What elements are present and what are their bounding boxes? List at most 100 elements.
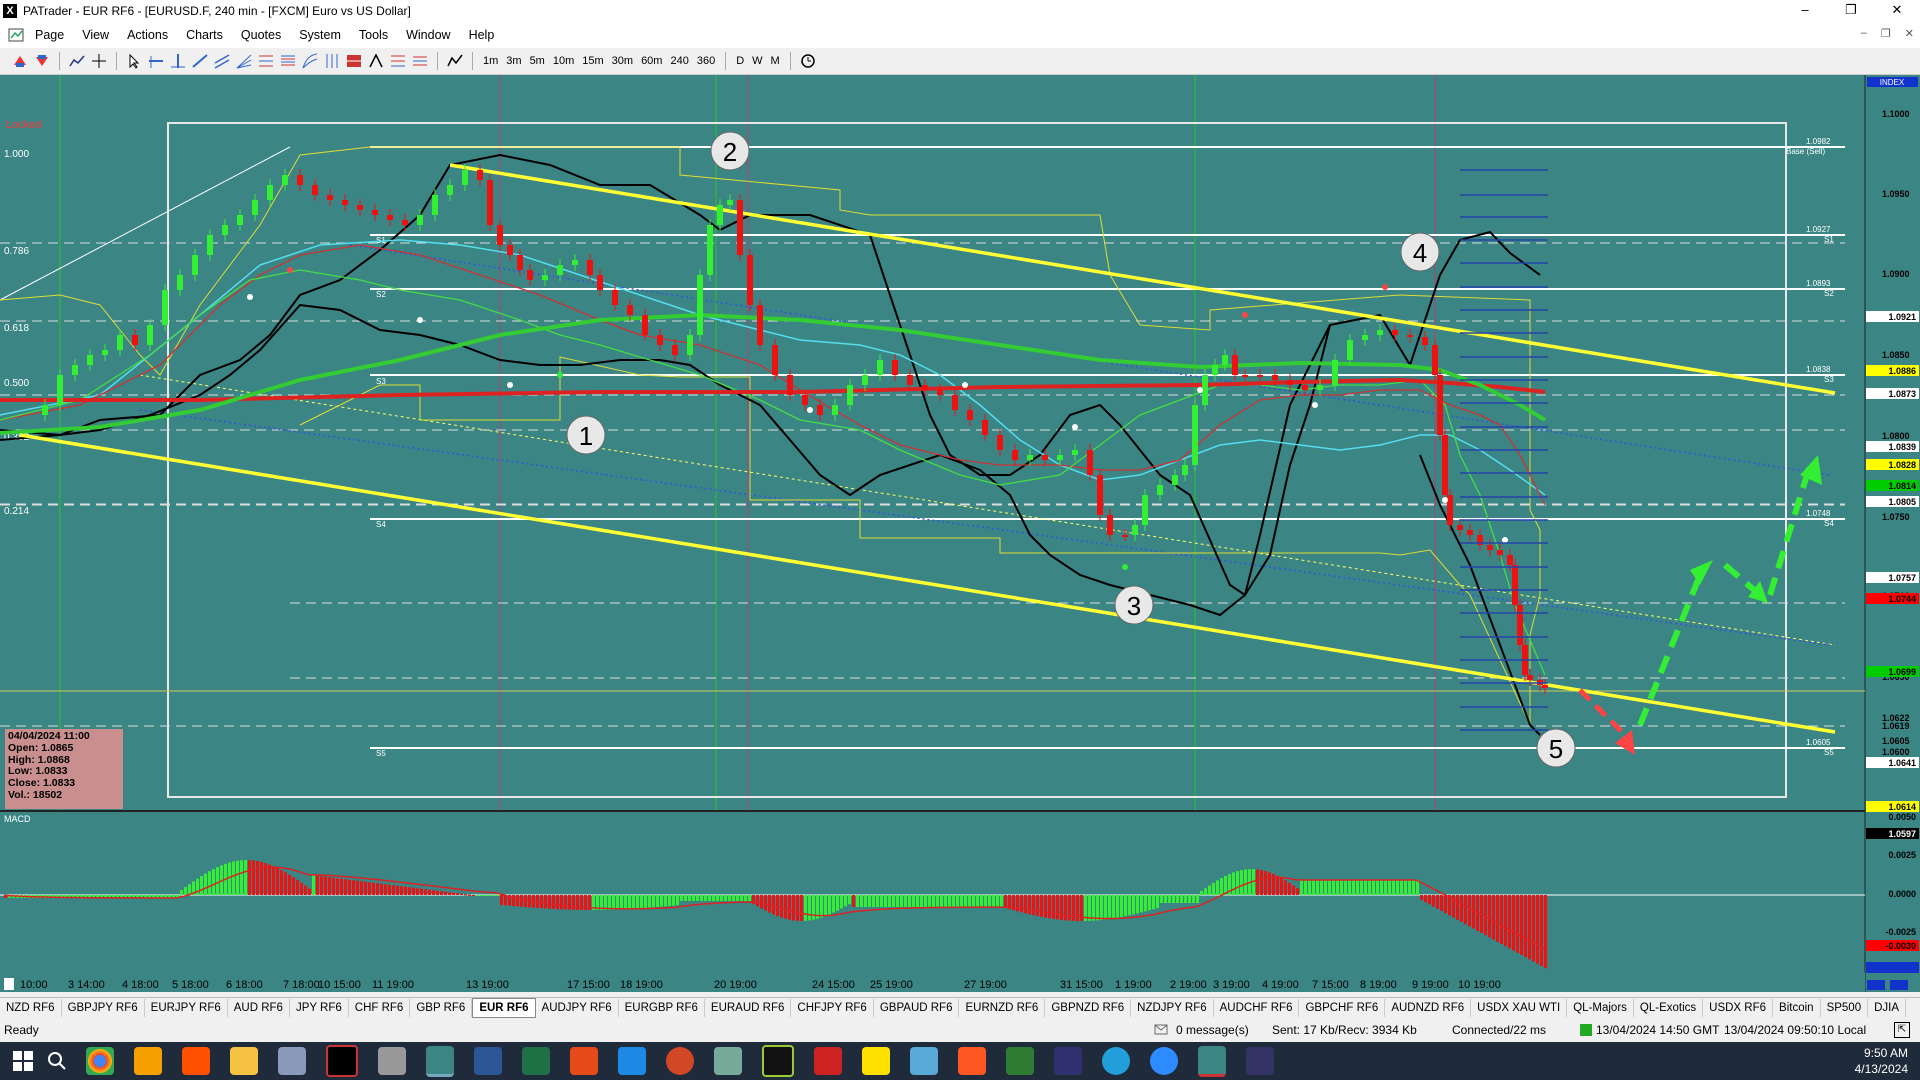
minimize-button[interactable]: – bbox=[1782, 0, 1828, 22]
timeframe-weekly[interactable]: W bbox=[748, 55, 766, 67]
close-button[interactable]: ✕ bbox=[1874, 0, 1920, 22]
s-app-icon[interactable] bbox=[570, 1047, 598, 1075]
timeframe-10m[interactable]: 10m bbox=[549, 55, 578, 67]
time-axis-handle[interactable] bbox=[4, 978, 14, 990]
sell-icon[interactable] bbox=[34, 53, 50, 69]
chrome-icon[interactable] bbox=[86, 1047, 114, 1075]
symbol-tab[interactable]: GBPJPY RF6 bbox=[62, 999, 145, 1017]
red-app-icon[interactable] bbox=[814, 1047, 842, 1075]
mdi-close-button[interactable]: ✕ bbox=[1905, 27, 1914, 40]
buy-icon[interactable] bbox=[12, 53, 28, 69]
symbol-tab[interactable]: AUDNZD RF6 bbox=[1385, 999, 1472, 1017]
cycle-lines-icon[interactable] bbox=[324, 53, 340, 69]
chart-type-icon[interactable] bbox=[69, 53, 85, 69]
symbol-tab[interactable]: CHFJPY RF6 bbox=[791, 999, 874, 1017]
andrews-pitchfork-icon[interactable] bbox=[368, 53, 384, 69]
menu-system[interactable]: System bbox=[290, 28, 350, 42]
c-green-app-icon[interactable] bbox=[1006, 1047, 1034, 1075]
symbol-tab[interactable]: NZDJPY RF6 bbox=[1131, 999, 1214, 1017]
scroll-button[interactable] bbox=[1867, 980, 1885, 990]
trendline-icon[interactable] bbox=[192, 53, 208, 69]
symbol-tab[interactable]: JPY RF6 bbox=[290, 999, 349, 1017]
n-app-icon[interactable] bbox=[762, 1045, 794, 1077]
menu-charts[interactable]: Charts bbox=[177, 28, 232, 42]
mdi-minimize-button[interactable]: – bbox=[1861, 27, 1867, 40]
symbol-tab[interactable]: QL-Majors bbox=[1567, 999, 1634, 1017]
sticky-notes-icon[interactable] bbox=[862, 1047, 890, 1075]
symbol-tab[interactable]: CHF RF6 bbox=[349, 999, 411, 1017]
symbol-tab[interactable]: GBPNZD RF6 bbox=[1045, 999, 1132, 1017]
menu-help[interactable]: Help bbox=[460, 28, 504, 42]
symbol-tab[interactable]: GBP RF6 bbox=[410, 999, 473, 1017]
vertical-line-icon[interactable] bbox=[170, 53, 186, 69]
symbol-tab[interactable]: NZD RF6 bbox=[0, 999, 62, 1017]
pivot-icon[interactable] bbox=[346, 53, 362, 69]
file-explorer-icon[interactable] bbox=[230, 1047, 258, 1075]
horizontal-line-icon[interactable] bbox=[148, 53, 164, 69]
levels-icon[interactable] bbox=[390, 53, 406, 69]
symbol-tab[interactable]: USDX RF6 bbox=[1703, 999, 1774, 1017]
symbol-tab[interactable]: DJIA bbox=[1868, 999, 1907, 1017]
symbol-tab[interactable]: EURNZD RF6 bbox=[959, 999, 1046, 1017]
indicator-icon[interactable] bbox=[447, 53, 463, 69]
symbol-tab[interactable]: GBPAUD RF6 bbox=[874, 999, 960, 1017]
timeframe-monthly[interactable]: M bbox=[767, 55, 784, 67]
symbol-tab[interactable]: QL-Exotics bbox=[1634, 999, 1704, 1017]
timeframe-360[interactable]: 360 bbox=[693, 55, 719, 67]
symbol-tab[interactable]: USDX XAU WTI bbox=[1471, 999, 1568, 1017]
s-blue-app-icon[interactable] bbox=[618, 1047, 646, 1075]
quote-app-icon[interactable] bbox=[1054, 1047, 1082, 1075]
menu-tools[interactable]: Tools bbox=[350, 28, 397, 42]
symbol-tab[interactable]: GBPCHF RF6 bbox=[1299, 999, 1386, 1017]
clock-icon[interactable] bbox=[800, 53, 816, 69]
search-icon[interactable] bbox=[46, 1050, 68, 1072]
chart-menu-icon[interactable] bbox=[8, 27, 26, 43]
zoom-icon[interactable] bbox=[1150, 1047, 1178, 1075]
crosshair-icon[interactable] bbox=[91, 53, 107, 69]
channel-icon[interactable] bbox=[214, 53, 230, 69]
symbol-tab[interactable]: Bitcoin bbox=[1773, 999, 1821, 1017]
timeframe-1m[interactable]: 1m bbox=[479, 55, 502, 67]
image-viewer-icon[interactable] bbox=[714, 1047, 742, 1075]
mail-app-icon[interactable] bbox=[134, 1047, 162, 1075]
symbol-tab[interactable]: AUDJPY RF6 bbox=[536, 999, 619, 1017]
status-messages[interactable]: 0 message(s) bbox=[1176, 1023, 1272, 1037]
timeframe-5m[interactable]: 5m bbox=[526, 55, 549, 67]
menu-actions[interactable]: Actions bbox=[118, 28, 177, 42]
scroll-button[interactable] bbox=[1890, 980, 1908, 990]
price-chart[interactable]: Locked 1.000 0.786 0.618 0.500 0.382 0.2… bbox=[0, 75, 1920, 992]
timeframe-3m[interactable]: 3m bbox=[502, 55, 525, 67]
menu-quotes[interactable]: Quotes bbox=[232, 28, 290, 42]
menu-view[interactable]: View bbox=[73, 28, 118, 42]
screen-icon[interactable] bbox=[910, 1047, 938, 1075]
cursor-icon[interactable] bbox=[126, 53, 142, 69]
symbol-tab[interactable]: EURGBP RF6 bbox=[619, 999, 705, 1017]
word-icon[interactable] bbox=[474, 1047, 502, 1075]
symbol-tab[interactable]: AUD RF6 bbox=[228, 999, 290, 1017]
chart-area[interactable]: Locked 1.000 0.786 0.618 0.500 0.382 0.2… bbox=[0, 75, 1920, 992]
gann-icon[interactable] bbox=[302, 53, 318, 69]
mdi-restore-button[interactable]: ❐ bbox=[1881, 27, 1891, 40]
system-clock[interactable]: 9:50 AM 4/13/2024 bbox=[1855, 1045, 1908, 1077]
symbol-tab[interactable]: SP500 bbox=[1821, 999, 1869, 1017]
brave-icon[interactable] bbox=[182, 1047, 210, 1075]
calculator-icon[interactable] bbox=[378, 1047, 406, 1075]
fib-fan-icon[interactable] bbox=[236, 53, 252, 69]
notes-icon[interactable] bbox=[278, 1047, 306, 1075]
timeframe-15m[interactable]: 15m bbox=[578, 55, 607, 67]
symbol-tab[interactable]: EUR RF6 bbox=[472, 998, 536, 1018]
star-app-icon[interactable] bbox=[1246, 1047, 1274, 1075]
maximize-button[interactable]: ❐ bbox=[1828, 0, 1874, 22]
symbol-tab[interactable]: EURAUD RF6 bbox=[705, 999, 792, 1017]
timeframe-daily[interactable]: D bbox=[732, 55, 748, 67]
patrader-2-icon[interactable] bbox=[1198, 1045, 1226, 1077]
mail-icon[interactable] bbox=[1154, 1024, 1168, 1036]
grid-lines-icon[interactable] bbox=[412, 53, 428, 69]
menu-window[interactable]: Window bbox=[397, 28, 459, 42]
excel-icon[interactable] bbox=[522, 1047, 550, 1075]
telegram-icon[interactable] bbox=[1102, 1047, 1130, 1075]
fib-retracement-icon[interactable] bbox=[258, 53, 274, 69]
menu-page[interactable]: Page bbox=[26, 28, 73, 42]
windows-start-icon[interactable] bbox=[12, 1050, 34, 1072]
timeframe-30m[interactable]: 30m bbox=[608, 55, 637, 67]
